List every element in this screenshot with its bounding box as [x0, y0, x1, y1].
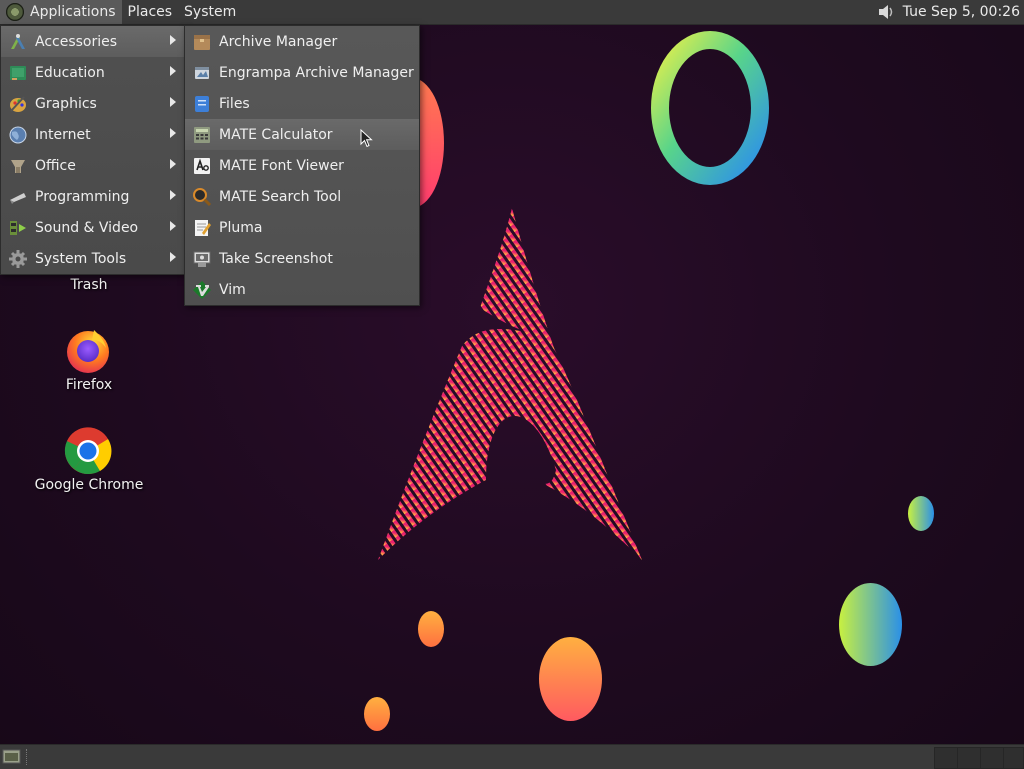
trash-label: Trash [70, 277, 108, 293]
bottom-panel [0, 744, 1024, 769]
app-mate-font-viewer[interactable]: MATE Font Viewer [185, 150, 419, 181]
category-graphics[interactable]: Graphics [1, 88, 184, 119]
search-tool-icon [191, 186, 213, 208]
submenu-arrow-icon [170, 252, 176, 262]
category-education[interactable]: Education [1, 57, 184, 88]
app-files[interactable]: Files [185, 88, 419, 119]
pluma-icon [191, 217, 213, 239]
top-panel: Applications Places System Tue Sep 5, 00… [0, 0, 1024, 25]
category-label: Education [35, 64, 105, 81]
app-label: Engrampa Archive Manager [219, 64, 414, 81]
category-label: Sound & Video [35, 219, 139, 236]
chrome-icon [64, 427, 112, 475]
applications-menu[interactable]: Applications [0, 0, 122, 24]
app-label: Archive Manager [219, 33, 338, 50]
app-label: Pluma [219, 219, 263, 236]
app-archive-manager[interactable]: Archive Manager [185, 26, 419, 57]
workspace-1[interactable] [934, 747, 958, 769]
blob-orange-small [418, 611, 444, 647]
accessories-icon [7, 31, 29, 53]
category-programming[interactable]: Programming [1, 181, 184, 212]
volume-icon[interactable] [875, 0, 897, 24]
app-label: MATE Calculator [219, 126, 333, 143]
internet-icon [7, 124, 29, 146]
applications-label: Applications [30, 4, 116, 20]
calculator-icon [191, 124, 213, 146]
workspace-3[interactable] [980, 747, 1004, 769]
category-office[interactable]: Office [1, 150, 184, 181]
workspace-4[interactable] [1003, 747, 1024, 769]
panel-handle [26, 749, 31, 765]
submenu-arrow-icon [170, 35, 176, 45]
applications-dropdown: Accessories Education Graphics Internet … [0, 25, 185, 275]
category-label: Internet [35, 126, 91, 143]
app-mate-search-tool[interactable]: MATE Search Tool [185, 181, 419, 212]
submenu-arrow-icon [170, 97, 176, 107]
firefox-label: Firefox [65, 377, 113, 393]
app-label: Take Screenshot [219, 250, 333, 267]
submenu-arrow-icon [170, 159, 176, 169]
submenu-arrow-icon [170, 190, 176, 200]
app-mate-calculator[interactable]: MATE Calculator [185, 119, 419, 150]
submenu-arrow-icon [170, 128, 176, 138]
graphics-icon [7, 93, 29, 115]
category-sound-video[interactable]: Sound & Video [1, 212, 184, 243]
files-icon [191, 93, 213, 115]
system-tray: Tue Sep 5, 00:26 [875, 0, 1024, 24]
screenshot-icon [191, 248, 213, 270]
sound-video-icon [7, 217, 29, 239]
show-desktop-icon[interactable] [2, 748, 22, 765]
category-system-tools[interactable]: System Tools [1, 243, 184, 274]
engrampa-icon [191, 62, 213, 84]
category-label: Accessories [35, 33, 118, 50]
blob-orange-medium [539, 637, 602, 721]
app-label: Vim [219, 281, 246, 298]
app-label: Files [219, 95, 250, 112]
category-label: Graphics [35, 95, 97, 112]
archive-manager-icon [191, 31, 213, 53]
clock[interactable]: Tue Sep 5, 00:26 [897, 4, 1024, 20]
category-label: System Tools [35, 250, 127, 267]
blob-green-large [839, 583, 902, 666]
blob-orange-tiny [364, 697, 390, 731]
system-tools-icon [7, 248, 29, 270]
font-viewer-icon [191, 155, 213, 177]
app-label: MATE Font Viewer [219, 157, 344, 174]
places-menu[interactable]: Places [122, 0, 179, 24]
category-accessories[interactable]: Accessories [1, 26, 184, 57]
firefox-icon [67, 330, 109, 373]
education-icon [7, 62, 29, 84]
app-pluma[interactable]: Pluma [185, 212, 419, 243]
app-vim[interactable]: Vim [185, 274, 419, 305]
app-label: MATE Search Tool [219, 188, 342, 205]
category-label: Office [35, 157, 76, 174]
office-icon [7, 155, 29, 177]
chrome-label: Google Chrome [34, 477, 144, 493]
vim-icon [191, 279, 213, 301]
system-menu[interactable]: System [178, 0, 242, 24]
mouse-pointer-icon [360, 129, 373, 148]
category-internet[interactable]: Internet [1, 119, 184, 150]
programming-icon [7, 186, 29, 208]
app-take-screenshot[interactable]: Take Screenshot [185, 243, 419, 274]
accessories-submenu: Archive Manager Engrampa Archive Manager… [184, 25, 420, 306]
app-engrampa[interactable]: Engrampa Archive Manager [185, 57, 419, 88]
submenu-arrow-icon [170, 221, 176, 231]
mate-logo-icon [6, 3, 24, 21]
category-label: Programming [35, 188, 130, 205]
workspace-2[interactable] [957, 747, 981, 769]
ring-decoration [651, 31, 769, 185]
submenu-arrow-icon [170, 66, 176, 76]
blob-green-small [908, 496, 934, 531]
